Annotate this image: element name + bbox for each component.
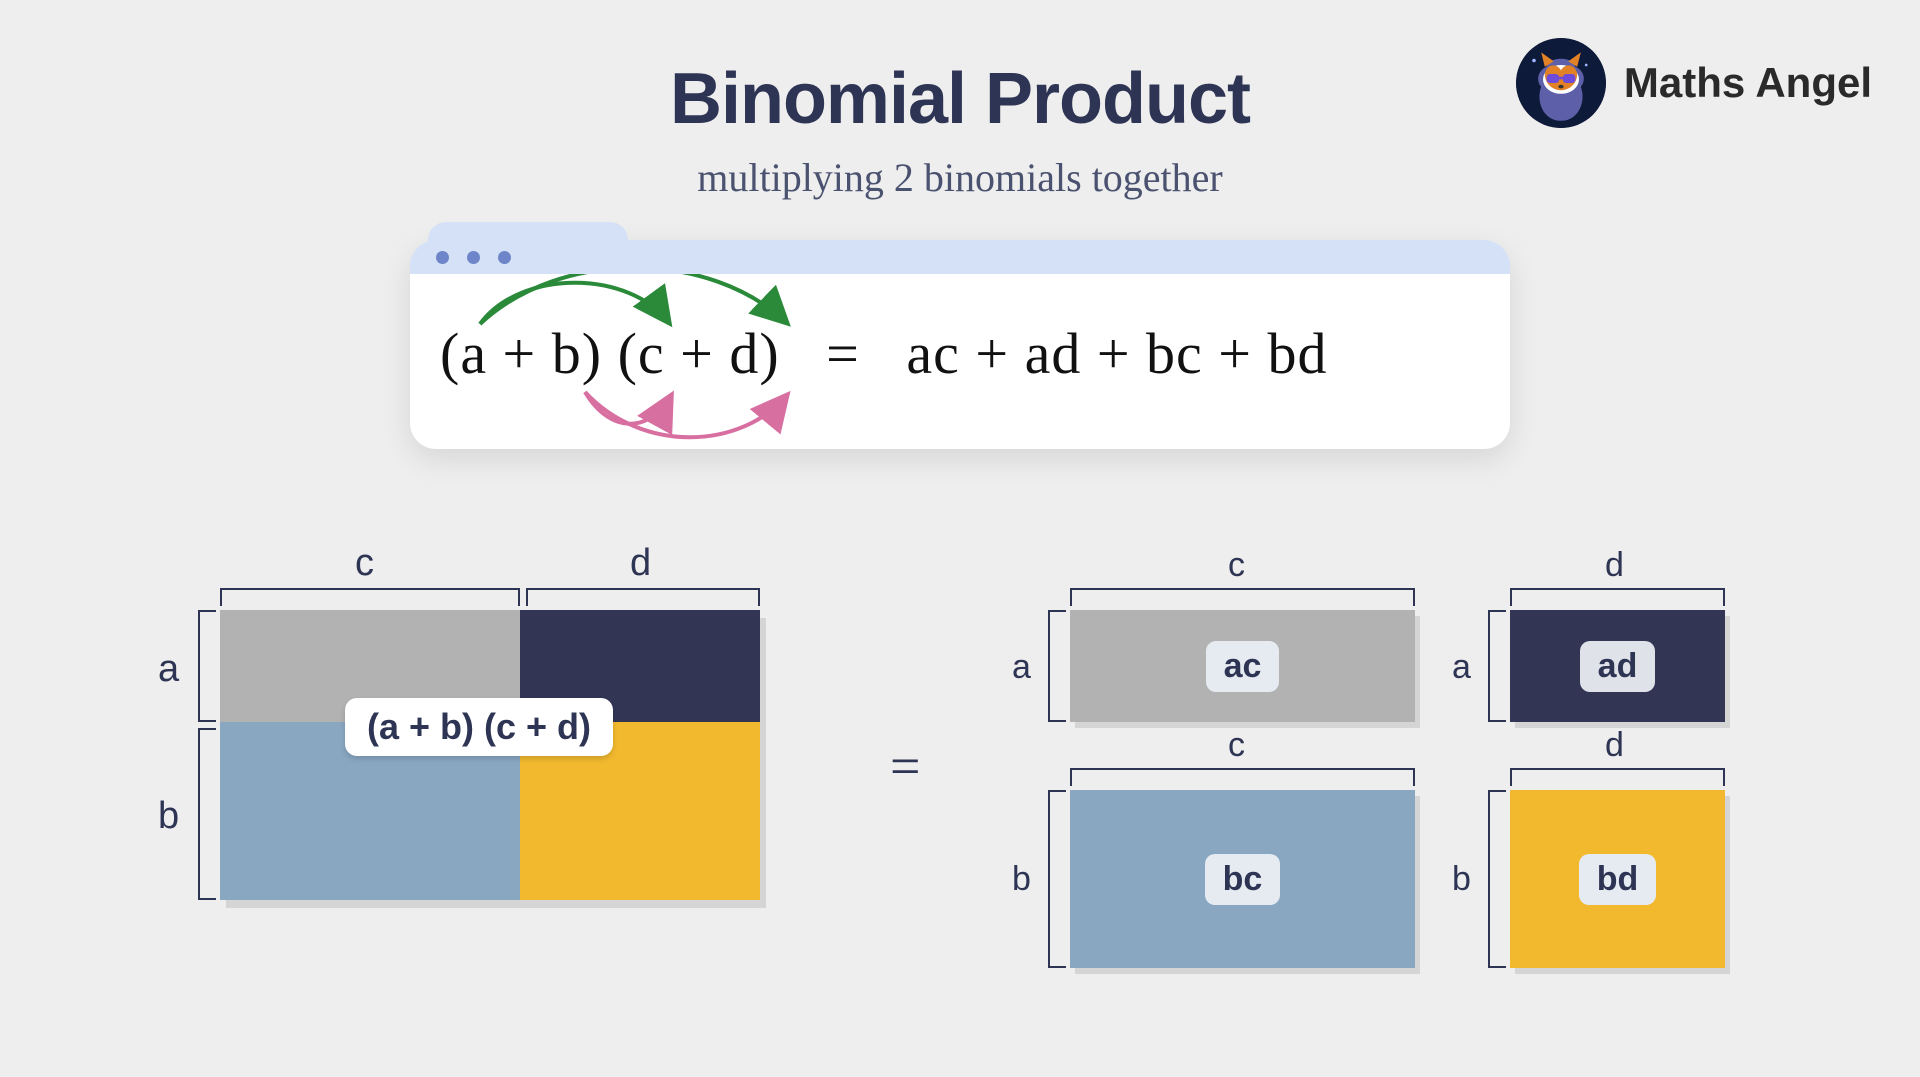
dimension-bar-d-small [1510, 588, 1725, 604]
dimension-label-d-small-2: d [1605, 726, 1624, 765]
cell-ac-label: ac [1206, 641, 1280, 692]
dimension-bar-b-small [1048, 790, 1064, 968]
formula-lhs: (a + b) (c + d) [440, 321, 780, 386]
dimension-label-a-small: a [1012, 648, 1031, 687]
dimension-bar-a [198, 610, 214, 722]
dimension-label-d-small: d [1605, 546, 1624, 585]
formula-rhs: ac + ad + bc + bd [906, 321, 1327, 386]
dimension-bar-d-small-2 [1510, 768, 1725, 784]
dimension-bar-c-small [1070, 588, 1415, 604]
window-titlebar [410, 240, 1510, 274]
dimension-label-b-small: b [1012, 860, 1031, 899]
cell-bd: bd [1510, 790, 1725, 968]
dimension-label-b-small-2: b [1452, 860, 1471, 899]
dimension-label-d: d [630, 542, 651, 585]
dimension-label-c-small-2: c [1228, 726, 1245, 765]
cell-ad-label: ad [1580, 641, 1656, 692]
page-subtitle: multiplying 2 binomials together [0, 154, 1920, 201]
window-dot-icon [467, 251, 480, 264]
dimension-label-c: c [355, 542, 374, 585]
dimension-bar-a-small-2 [1488, 610, 1504, 722]
dimension-label-b: b [158, 795, 179, 838]
combined-rectangle-label: (a + b) (c + d) [345, 698, 613, 756]
dimension-bar-b-small-2 [1488, 790, 1504, 968]
window-dot-icon [436, 251, 449, 264]
cell-ad: ad [1510, 610, 1725, 722]
dimension-bar-c-small-2 [1070, 768, 1415, 784]
formula-body: (a + b) (c + d) = ac + ad + bc + bd [410, 274, 1510, 449]
cell-bc-label: bc [1205, 854, 1281, 905]
area-diagram: (a + b) (c + d) c d a b = ac c a ad d a … [150, 540, 1800, 960]
dimension-bar-d [526, 588, 760, 604]
dimension-bar-b [198, 728, 214, 900]
brand: Maths Angel [1516, 38, 1872, 128]
cell-bc: bc [1070, 790, 1415, 968]
formula: (a + b) (c + d) = ac + ad + bc + bd [440, 321, 1328, 386]
cell-bd-label: bd [1579, 854, 1657, 905]
window-dot-icon [498, 251, 511, 264]
combined-rectangle: (a + b) (c + d) [220, 610, 760, 900]
formula-window: (a + b) (c + d) = ac + ad + bc + bd [410, 240, 1510, 449]
brand-name: Maths Angel [1624, 59, 1872, 107]
brand-logo-icon [1516, 38, 1606, 128]
dimension-label-a: a [158, 648, 179, 691]
cell-ac: ac [1070, 610, 1415, 722]
dimension-label-c-small: c [1228, 546, 1245, 585]
formula-eq: = [826, 321, 860, 386]
dimension-bar-c [220, 588, 520, 604]
equals-sign: = [890, 735, 920, 797]
dimension-bar-a-small [1048, 610, 1064, 722]
dimension-label-a-small-2: a [1452, 648, 1471, 687]
